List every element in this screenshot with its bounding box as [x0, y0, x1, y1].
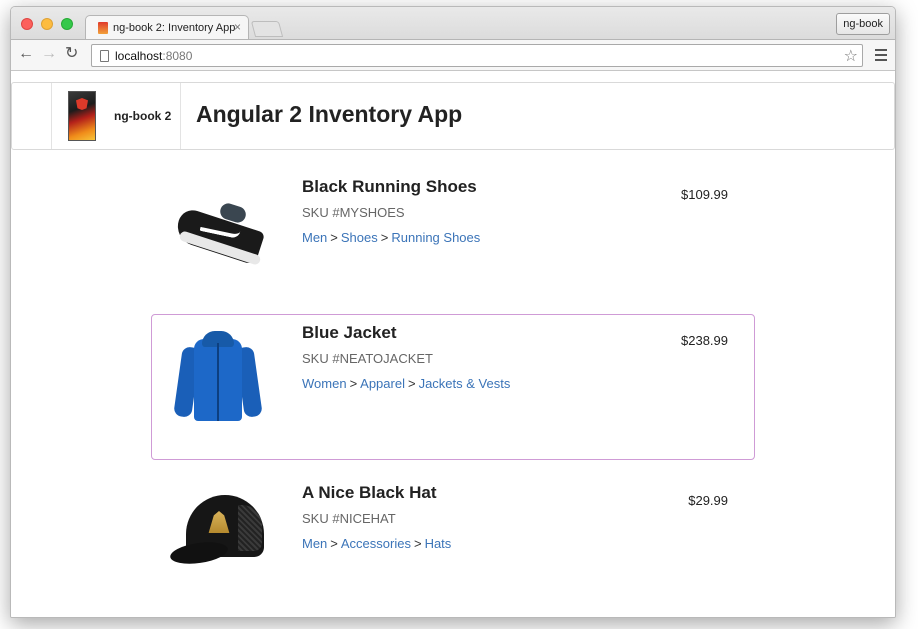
product-department: Women > Apparel > Jackets & Vests [302, 376, 510, 391]
category-separator: > [330, 230, 338, 245]
category-separator: > [330, 536, 338, 551]
category-link[interactable]: Men [302, 230, 327, 245]
browser-toolbar: ← → ↻ localhost:8080 ☆ [11, 39, 895, 71]
category-link[interactable]: Hats [425, 536, 452, 551]
brand-link[interactable]: ng-book 2 [51, 83, 181, 149]
reload-icon[interactable]: ↻ [65, 45, 78, 63]
forward-arrow-icon[interactable]: → [41, 45, 57, 63]
close-tab-icon[interactable]: × [234, 20, 241, 34]
product-name: Black Running Shoes [302, 177, 477, 196]
hat-image [168, 485, 266, 583]
product-row[interactable]: A Nice Black Hat SKU #NICEHAT Men > Access… [151, 474, 755, 617]
category-link[interactable]: Apparel [360, 376, 405, 391]
product-price: $238.99 [681, 333, 728, 348]
favicon-icon [98, 21, 108, 34]
bookmark-star-icon[interactable]: ☆ [844, 46, 858, 66]
category-separator: > [380, 230, 389, 245]
profile-button[interactable]: ng-book [836, 13, 890, 35]
browser-tab[interactable]: ng-book 2: Inventory App × [85, 15, 249, 39]
minimize-window-button[interactable] [41, 18, 53, 30]
product-price: $29.99 [688, 493, 728, 508]
tab-title: ng-book 2: Inventory App [113, 21, 236, 34]
new-tab-button[interactable] [250, 21, 284, 37]
category-link[interactable]: Men [302, 536, 327, 551]
product-name: Blue Jacket [302, 323, 397, 342]
book-cover-logo [68, 91, 96, 141]
page-content: ng-book 2 Angular 2 Inventory App Black … [11, 72, 895, 617]
menu-icon[interactable] [875, 49, 887, 64]
jacket-image [168, 325, 266, 423]
category-link[interactable]: Accessories [341, 536, 411, 551]
product-sku: SKU #NICEHAT [302, 511, 396, 526]
url-host: localhost [115, 48, 163, 63]
brand-text: ng-book 2 [114, 109, 172, 123]
page-title: Angular 2 Inventory App [196, 101, 463, 127]
back-arrow-icon[interactable]: ← [18, 45, 34, 63]
category-link[interactable]: Jackets & Vests [419, 376, 511, 391]
product-row-selected[interactable]: Blue Jacket SKU #NEATOJACKET Women > Appar… [151, 314, 755, 460]
product-price: $109.99 [681, 187, 728, 202]
browser-window: ng-book 2: Inventory App × ng-book ← → ↻… [10, 6, 896, 618]
close-window-button[interactable] [21, 18, 33, 30]
url-port: :8080 [162, 48, 193, 63]
category-link[interactable]: Women [302, 376, 347, 391]
product-sku: SKU #MYSHOES [302, 205, 405, 220]
product-department: Men > Shoes > Running Shoes [302, 230, 480, 245]
product-row[interactable]: Black Running Shoes SKU #MYSHOES Men > Sho… [151, 168, 755, 314]
category-separator: > [349, 376, 358, 391]
category-separator: > [413, 536, 422, 551]
category-separator: > [407, 376, 416, 391]
product-sku: SKU #NEATOJACKET [302, 351, 433, 366]
maximize-window-button[interactable] [61, 18, 73, 30]
category-link[interactable]: Running Shoes [391, 230, 480, 245]
address-bar[interactable]: localhost:8080 ☆ [91, 44, 863, 67]
app-header: ng-book 2 Angular 2 Inventory App [11, 82, 895, 150]
product-department: Men > Accessories > Hats [302, 536, 451, 551]
category-link[interactable]: Shoes [341, 230, 378, 245]
shoe-image [168, 179, 266, 277]
product-name: A Nice Black Hat [302, 483, 437, 502]
page-icon [100, 49, 109, 62]
tab-strip: ng-book 2: Inventory App × ng-book [11, 7, 895, 39]
